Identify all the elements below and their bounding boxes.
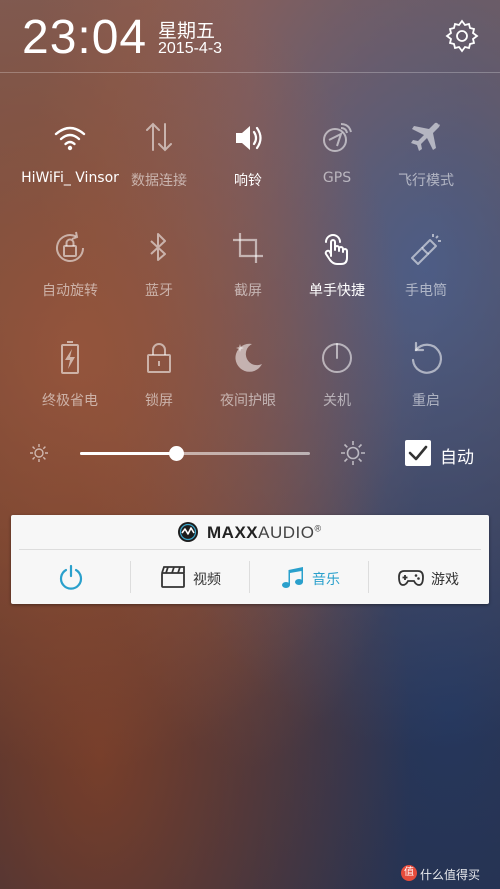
brightness-low-icon [28,442,50,464]
watermark-text: 什么值得买 [420,868,481,882]
power-icon [317,338,357,378]
maxxaudio-panel: MAXXAUDIO® 视频 音乐 游戏 [11,515,489,604]
header-divider [0,72,500,73]
wifi-icon [50,118,90,158]
maxxaudio-brand: MAXXAUDIO® [207,523,322,542]
toggle-shutdown[interactable]: 关机 [289,338,385,438]
film-clapper-icon [159,563,187,591]
auto-rotate-icon [50,228,90,268]
crop-icon [228,228,268,268]
toggle-power-saver[interactable]: 终极省电 [22,338,118,438]
toggle-one-hand[interactable]: 单手快捷 [289,228,385,328]
maxxaudio-mode-music[interactable]: 音乐 [250,551,368,603]
toggle-data[interactable]: 数据连接 [111,118,207,218]
maxxaudio-mode-video[interactable]: 视频 [131,551,249,603]
toggle-flashlight[interactable]: 手电筒 [378,228,474,328]
status-header: 23:04 星期五 2015-4-3 [0,0,500,72]
maxxaudio-divider [19,549,481,550]
brightness-fill [80,452,177,455]
toggle-label: 重启 [412,393,440,409]
brightness-thumb[interactable] [169,446,185,461]
maxxaudio-mode-game[interactable]: 游戏 [369,551,489,603]
auto-brightness-checkbox[interactable] [405,440,431,466]
data-transfer-icon [139,118,179,158]
lock-icon [139,338,179,378]
gear-icon[interactable] [444,18,480,54]
mode-label: 音乐 [312,572,340,588]
gamepad-icon [397,563,425,591]
battery-saver-icon [50,338,90,378]
mode-label: 游戏 [431,572,459,588]
toggle-night[interactable]: 夜间护眼 [200,338,296,438]
maxxaudio-power-button[interactable] [11,551,131,603]
power-icon [57,563,85,591]
maxxaudio-logo-icon [177,521,199,543]
speaker-icon [228,118,268,158]
toggle-gps[interactable]: GPS [289,118,385,218]
clock: 23:04 [22,11,148,64]
gps-icon [317,118,357,158]
weekday: 星期五 [158,20,216,42]
toggle-label: 手电筒 [405,283,447,299]
toggle-auto-rotate[interactable]: 自动旋转 [22,228,118,328]
toggle-bluetooth[interactable]: 蓝牙 [111,228,207,328]
toggle-airplane[interactable]: 飞行模式 [378,118,474,218]
toggle-restart[interactable]: 重启 [378,338,474,438]
brightness-high-icon [340,440,366,466]
toggle-lock[interactable]: 锁屏 [111,338,207,438]
flashlight-icon [406,228,446,268]
brightness-slider[interactable] [80,446,310,461]
toggle-ring[interactable]: 响铃 [200,118,296,218]
toggle-screenshot[interactable]: 截屏 [200,228,296,328]
toggle-label: 飞行模式 [398,173,454,189]
restart-icon [406,338,446,378]
airplane-icon [406,118,446,158]
date: 2015-4-3 [158,40,223,57]
mode-label: 视频 [193,572,221,588]
hand-tap-icon [317,228,357,268]
moon-icon [228,338,268,378]
auto-brightness-label: 自动 [440,448,474,468]
watermark-logo-icon: 值 [401,865,417,881]
music-note-icon [278,563,306,591]
bluetooth-icon [139,228,179,268]
toggle-wifi[interactable]: HiWiFi_ Vinsor [21,118,119,218]
maxxaudio-header: MAXXAUDIO® [11,515,489,549]
